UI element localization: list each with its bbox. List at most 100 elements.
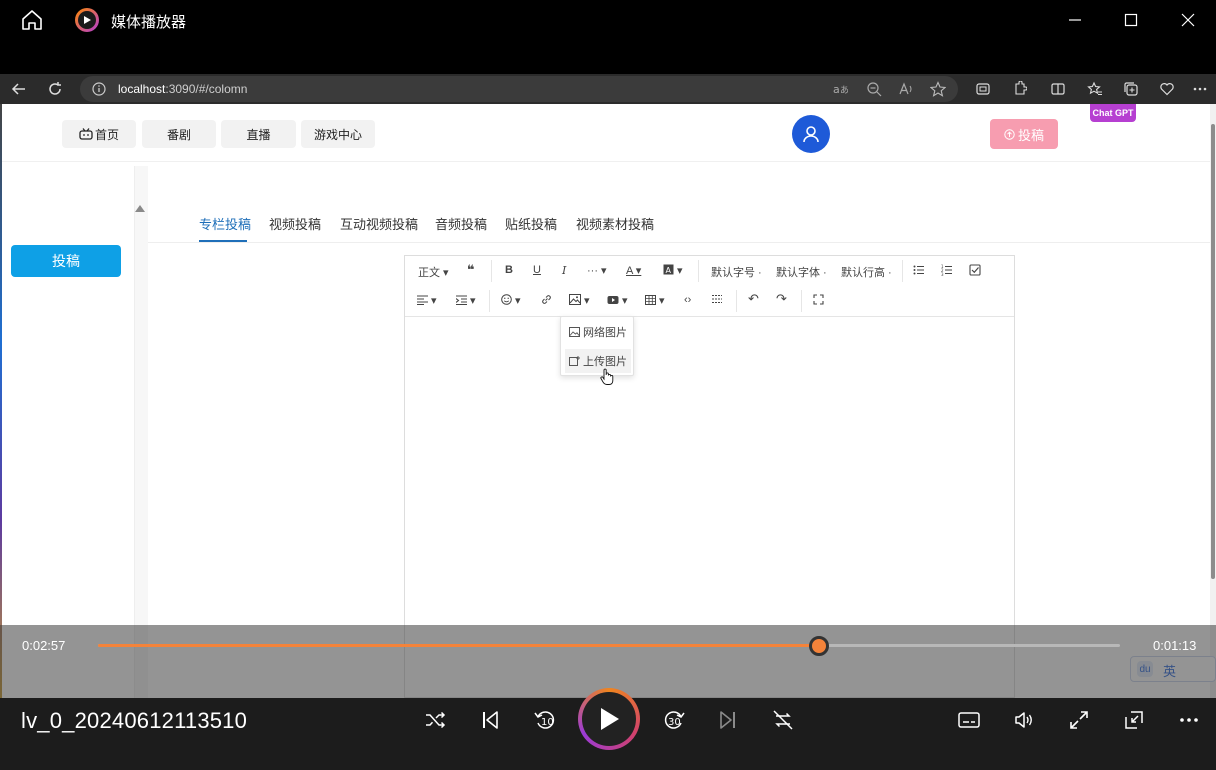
- toolbar-separator: [489, 290, 490, 312]
- repeat-button[interactable]: [769, 706, 797, 734]
- align-icon: ▾: [417, 294, 437, 307]
- url-path: :3090/#/colomn: [165, 82, 248, 96]
- volume-button[interactable]: [1010, 706, 1038, 734]
- screenshot-icon: [975, 81, 991, 97]
- user-icon: [803, 126, 819, 143]
- file-name: lv_0_20240612113510: [21, 708, 248, 733]
- mini-player-button[interactable]: [1120, 706, 1148, 734]
- forward-seconds: 30: [668, 717, 681, 728]
- toolbar-row-1: 正文 ▾ ❝ B U I ··· ▾ A ▾ A ▾ 默认字号 · 默认字体 ·…: [405, 256, 1014, 286]
- tab-sticker: 贴纸投稿: [505, 217, 558, 232]
- toolbar-divider: [405, 316, 1014, 317]
- toolbar-separator: [736, 290, 737, 312]
- split-screen-icon: [1050, 81, 1066, 97]
- image-icon: [569, 327, 580, 337]
- tab-column: 专栏投稿: [199, 217, 252, 232]
- numbered-list-icon: 123: [941, 264, 953, 279]
- sidebar-scrollbar: [134, 166, 148, 698]
- redo-icon: ↷: [776, 291, 787, 306]
- video-letterbox: [0, 40, 1216, 74]
- zoom-out-icon: [866, 81, 882, 97]
- favorite-star-icon: [929, 81, 947, 97]
- tab-video-material: 视频素材投稿: [576, 217, 655, 232]
- font-size-select: 默认字号 ·: [711, 267, 762, 279]
- maximize-button[interactable]: [1117, 6, 1145, 34]
- home-icon[interactable]: [20, 8, 44, 32]
- extensions-icon: [1011, 80, 1028, 97]
- next-button[interactable]: [714, 706, 742, 734]
- font-size-label: 默认字号: [711, 267, 755, 279]
- nav-home-label: 首页: [94, 127, 119, 142]
- svg-text:A: A: [666, 266, 672, 275]
- fast-forward-button[interactable]: 30: [660, 706, 688, 734]
- toolbar-separator: [491, 260, 492, 282]
- shuffle-icon: [426, 711, 446, 729]
- hand-cursor-icon: [600, 368, 614, 391]
- bold-icon: B: [505, 264, 513, 276]
- paragraph-label: 正文: [418, 267, 440, 279]
- previous-button[interactable]: [476, 706, 504, 734]
- browser-toolbar: localhost:3090/#/colomn aあ: [0, 74, 1216, 104]
- subtitles-icon: [958, 712, 980, 728]
- read-aloud-icon: [898, 81, 914, 97]
- more-button[interactable]: [1175, 706, 1203, 734]
- remaining-time: 0:01:13: [1153, 638, 1197, 653]
- network-image-item: 网络图片: [565, 320, 631, 344]
- fullscreen-expand-icon: [1070, 711, 1088, 729]
- translate-icon: aあ: [832, 81, 849, 97]
- table-icon: ▾: [645, 294, 665, 307]
- toolbar-separator: [902, 260, 903, 282]
- tab-video: 视频投稿: [269, 217, 322, 232]
- rewind-seconds: 10: [541, 717, 554, 728]
- more-styles-icon: ··· ▾: [587, 265, 607, 277]
- app-title: 媒体播放器: [111, 14, 187, 31]
- toolbar-row-2: ▾ ▾ ▾ ▾ ▾ ▾ ‹› ↶ ↷: [405, 286, 1014, 316]
- seek-progress: [98, 644, 819, 647]
- minimize-button[interactable]: [1061, 6, 1089, 34]
- paragraph-select: 正文 ▾: [418, 267, 449, 279]
- font-color-icon: A ▾: [626, 265, 642, 277]
- play-button[interactable]: [578, 688, 640, 750]
- copilot-icon: [1159, 81, 1175, 97]
- tab-audio: 音频投稿: [435, 217, 488, 232]
- code-icon: ‹›: [684, 294, 692, 306]
- shuffle-button[interactable]: [421, 706, 449, 734]
- nav-home: 首页: [62, 120, 136, 148]
- nav-game-center: 游戏中心: [301, 120, 375, 148]
- media-player-window: 媒体播放器 localhost:3090/#/colomn aあ 首页 番剧 直…: [0, 0, 1216, 770]
- elapsed-time: 0:02:57: [22, 638, 66, 653]
- indent-icon: ▾: [455, 294, 476, 307]
- italic-icon: I: [562, 264, 567, 277]
- more-options-icon: [1192, 81, 1208, 97]
- font-family-label: 默认字体: [776, 267, 820, 279]
- rewind-button[interactable]: 10: [531, 706, 559, 734]
- app-logo-icon: [75, 8, 99, 32]
- nav-live: 直播: [221, 120, 296, 148]
- link-icon: [541, 294, 552, 308]
- skip-previous-icon: [483, 711, 498, 729]
- line-height-select: 默认行高 ·: [841, 267, 892, 279]
- address-url: localhost:3090/#/colomn: [118, 82, 247, 96]
- upload-image-icon: [569, 356, 580, 366]
- back-arrow-icon: [10, 80, 28, 98]
- fullscreen-button[interactable]: [1065, 706, 1093, 734]
- scroll-up-arrow-icon: [135, 205, 145, 212]
- page-scrollbar: [1210, 104, 1216, 698]
- background-color-icon: A ▾: [663, 264, 683, 277]
- repeat-off-icon: [773, 710, 793, 730]
- skip-next-icon: [720, 711, 735, 729]
- user-avatar: [792, 115, 830, 153]
- close-button[interactable]: [1174, 6, 1202, 34]
- svg-text:3: 3: [941, 272, 944, 276]
- emoji-icon: ▾: [501, 294, 521, 307]
- play-icon: [601, 708, 619, 730]
- todo-checkbox-icon: [969, 264, 981, 279]
- line-height-label: 默认行高: [841, 267, 885, 279]
- upload-icon: [1004, 128, 1015, 140]
- scrollbar-thumb: [1211, 124, 1215, 579]
- subtitles-button[interactable]: [955, 706, 983, 734]
- undo-icon: ↶: [748, 291, 759, 306]
- title-bar: 媒体播放器: [0, 0, 1216, 40]
- upload-image-item: 上传图片: [565, 349, 631, 373]
- seek-handle[interactable]: [808, 636, 829, 656]
